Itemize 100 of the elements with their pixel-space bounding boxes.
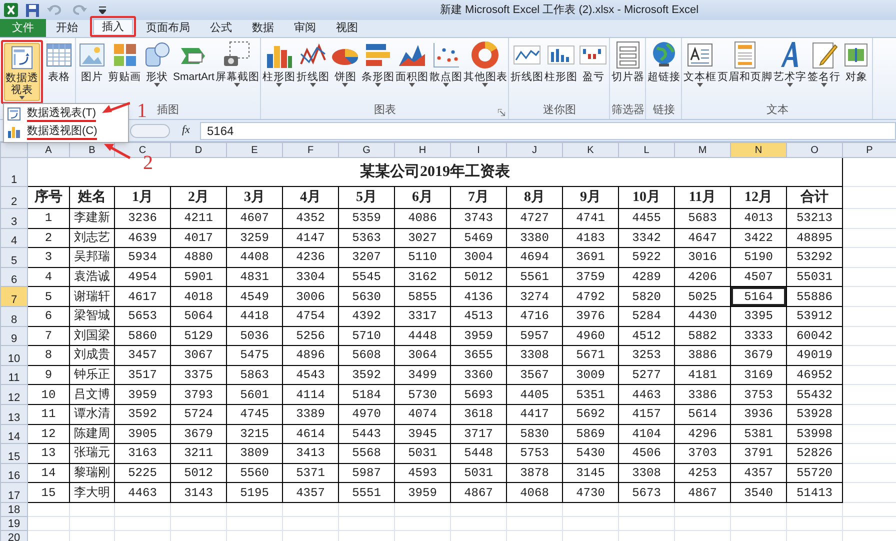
table-cell[interactable]: 4206 [674,267,730,287]
table-cell[interactable]: 5381 [730,424,786,444]
table-cell[interactable]: 5551 [338,482,394,502]
table-cell[interactable]: 3540 [730,482,786,502]
table-cell[interactable]: 4405 [506,384,562,404]
table-cell[interactable]: 4896 [282,346,338,366]
row-header[interactable]: 5 [0,248,28,268]
insert-function-button[interactable]: fx [182,122,196,139]
table-cell[interactable]: 3207 [338,248,394,268]
table-cell[interactable]: 4253 [674,463,730,483]
table-cell[interactable]: 3004 [450,248,506,268]
column-header[interactable]: G [338,142,394,158]
ribbon-button[interactable]: 表格 [44,40,74,98]
table-cell[interactable]: 4157 [618,404,674,424]
table-cell[interactable]: 4954 [114,267,170,287]
table-cell[interactable]: 3389 [282,404,338,424]
row-header[interactable]: 19 [0,516,28,530]
table-cell[interactable]: 5692 [562,404,618,424]
menu-item[interactable]: 数据透视图(C) [27,124,98,140]
row-header[interactable]: 14 [0,424,28,444]
row-header[interactable]: 17 [0,482,28,502]
table-cell[interactable]: 4741 [562,208,618,228]
ribbon-button[interactable]: 图片 [77,40,107,98]
table-cell[interactable]: 5922 [618,248,674,268]
table-cell[interactable]: 3592 [338,365,394,385]
ribbon-button[interactable]: 条形图 [361,40,394,98]
table-cell[interactable]: 3304 [282,267,338,287]
row-header[interactable]: 16 [0,463,28,483]
table-cell[interactable]: 3215 [226,424,282,444]
table-cell[interactable]: 4018 [170,286,226,306]
table-cell[interactable]: 5601 [226,384,282,404]
table-cell[interactable]: 5560 [226,463,282,483]
table-cell[interactable]: 3308 [506,346,562,366]
table-cell[interactable]: 3317 [394,306,450,326]
table-cell[interactable]: 吕文博 [70,384,114,404]
table-cell[interactable]: 3395 [730,306,786,326]
table-cell[interactable]: 3360 [450,365,506,385]
table-cell[interactable]: 10 [28,384,70,404]
table-cell[interactable]: 4017 [170,228,226,248]
row-header[interactable]: 9 [0,326,28,346]
table-cell[interactable]: 4867 [450,482,506,502]
table-cell[interactable]: 6 [28,306,70,326]
ribbon-button[interactable]: 签名行 [807,40,840,98]
table-cell[interactable]: 4593 [394,463,450,483]
table-cell[interactable]: 3717 [450,424,506,444]
formula-input[interactable]: 5164 [200,122,896,140]
table-cell[interactable]: 5545 [338,267,394,287]
table-cell[interactable]: 3413 [282,444,338,464]
ribbon-button[interactable]: 折线图 [296,40,330,98]
table-cell[interactable]: 3743 [450,208,506,228]
ribbon-button[interactable]: 柱形图 [262,40,296,98]
table-cell[interactable]: 3375 [170,365,226,385]
table-cell[interactable]: 李建新 [70,208,114,228]
table-cell[interactable]: 3517 [114,365,170,385]
table-cell[interactable]: 7 [28,326,70,346]
table-cell[interactable]: 5475 [226,346,282,366]
table-cell[interactable]: 4614 [282,424,338,444]
table-cell[interactable]: 3016 [674,248,730,268]
table-cell[interactable]: 55886 [786,286,842,306]
ribbon-tab[interactable]: 视图 [326,19,368,37]
table-cell[interactable]: 48895 [786,228,842,248]
ribbon-button[interactable]: 其他图表 [463,40,508,98]
table-cell[interactable]: 4607 [226,208,282,228]
table-cell[interactable]: 53912 [786,306,842,326]
ribbon-button[interactable]: 页眉和页脚 [717,40,772,98]
column-header[interactable]: L [618,142,674,158]
table-cell[interactable]: 4727 [506,208,562,228]
table-cell[interactable]: 5277 [618,365,674,385]
ribbon-tab[interactable]: 公式 [200,19,242,37]
table-cell[interactable]: 4792 [562,286,618,306]
ribbon-button[interactable]: SmartArt [173,40,214,98]
table-cell[interactable]: 3236 [114,208,170,228]
table-cell[interactable]: 4716 [506,306,562,326]
table-cell[interactable]: 4745 [226,404,282,424]
table-cell[interactable]: 5671 [562,346,618,366]
table-cell[interactable]: 张瑞元 [70,444,114,464]
table-cell[interactable]: 3791 [730,444,786,464]
table-cell[interactable]: 4831 [226,267,282,287]
table-cell[interactable]: 刘志艺 [70,228,114,248]
table-cell[interactable]: 4507 [730,267,786,287]
table-cell[interactable]: 谢瑞轩 [70,286,114,306]
table-cell[interactable]: 3959 [394,482,450,502]
table-cell[interactable]: 3067 [170,346,226,366]
table-cell[interactable]: 5724 [170,404,226,424]
table-cell[interactable]: 5064 [170,306,226,326]
table-cell[interactable]: 4013 [730,208,786,228]
table-cell[interactable]: 3064 [394,346,450,366]
table-cell[interactable]: 5 [28,286,70,306]
table-cell[interactable]: 3457 [114,346,170,366]
table-cell[interactable]: 3655 [450,346,506,366]
table-cell[interactable]: 3753 [730,384,786,404]
table-cell[interactable]: 5031 [450,463,506,483]
table-cell[interactable]: 5430 [562,444,618,464]
ribbon-button[interactable]: 柱形图 [544,40,578,98]
table-cell[interactable]: 3 [28,248,70,268]
table-cell[interactable]: 4289 [618,267,674,287]
ribbon-tab[interactable]: 开始 [46,19,88,37]
table-cell[interactable]: 3878 [506,463,562,483]
table-cell[interactable]: 5164 [730,286,786,306]
table-cell[interactable]: 4236 [282,248,338,268]
